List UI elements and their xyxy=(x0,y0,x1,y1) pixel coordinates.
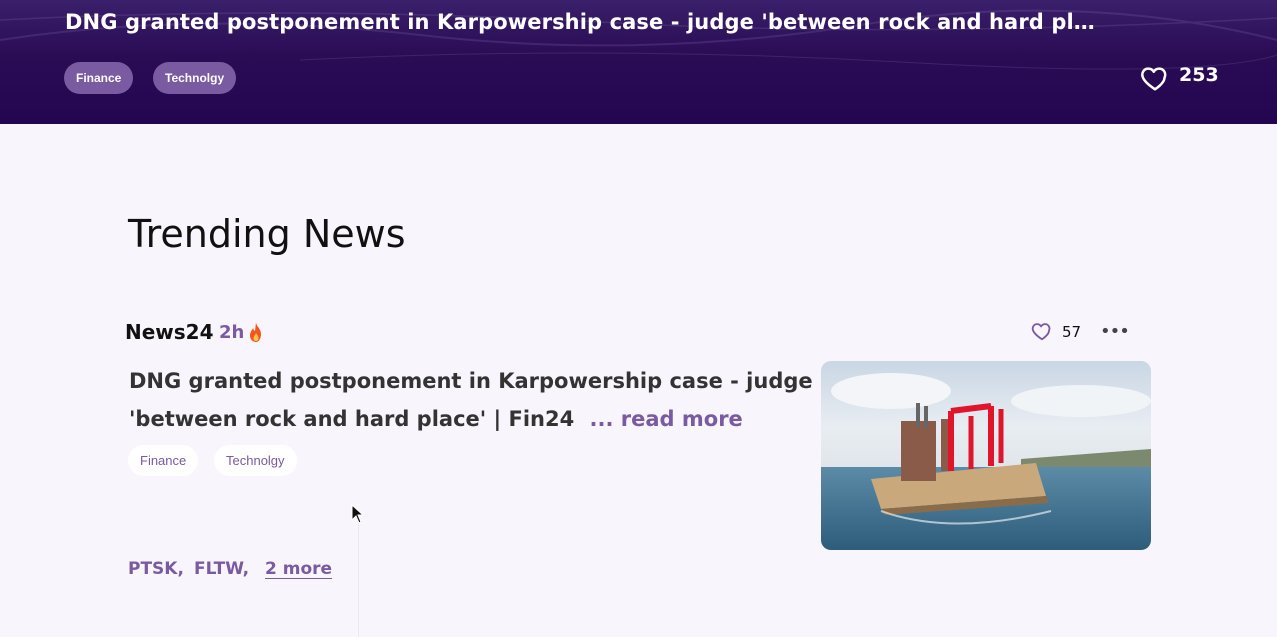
news-source[interactable]: News24 xyxy=(125,320,214,344)
fire-icon xyxy=(250,323,261,342)
article-hero-banner: DNG granted postponement in Karpowership… xyxy=(0,0,1277,124)
hero-like-count: 253 xyxy=(1179,64,1219,86)
hero-tag-technology[interactable]: Technolgy xyxy=(153,62,237,94)
more-horizontal-icon[interactable]: ••• xyxy=(1100,322,1130,342)
read-more-link[interactable]: ... read more xyxy=(590,407,743,431)
ship-photo-image xyxy=(821,361,1151,550)
card-like-count: 57 xyxy=(1062,323,1082,341)
ticker-fltw[interactable]: FLTW, xyxy=(194,559,249,579)
news-time: 2h xyxy=(219,322,245,343)
news-thumbnail[interactable] xyxy=(821,361,1151,550)
card-tag-finance[interactable]: Finance xyxy=(128,445,199,476)
heart-outline-icon[interactable] xyxy=(1031,320,1053,342)
hero-tag-finance[interactable]: Finance xyxy=(64,62,134,94)
news-headline[interactable]: DNG granted postponement in Karpowership… xyxy=(129,362,819,438)
ticker-ptsk[interactable]: PTSK, xyxy=(128,559,184,579)
divider xyxy=(358,515,359,637)
more-tickers-link[interactable]: 2 more xyxy=(265,559,332,579)
hero-title[interactable]: DNG granted postponement in Karpowership… xyxy=(65,10,1105,34)
mouse-pointer-icon xyxy=(351,504,365,524)
card-tag-technology[interactable]: Technolgy xyxy=(214,445,297,476)
heart-outline-icon[interactable] xyxy=(1140,63,1170,93)
section-title: Trending News xyxy=(128,212,406,256)
